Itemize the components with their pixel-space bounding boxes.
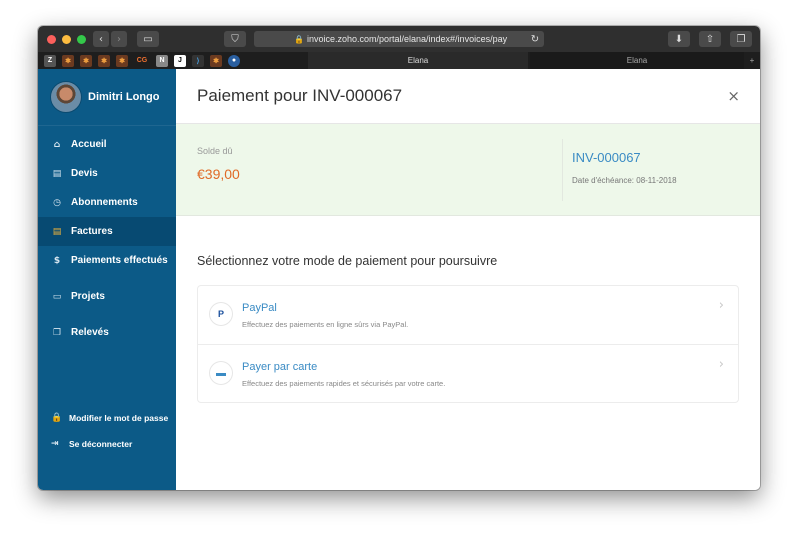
favicon-zoho[interactable]: Z xyxy=(44,54,56,67)
close-window-button[interactable] xyxy=(47,35,56,44)
chevron-right-icon: › xyxy=(718,298,724,313)
favicon-bookmark[interactable]: ⟩ xyxy=(192,54,204,67)
invoice-icon: ▤ xyxy=(52,226,62,237)
lock-icon: 🔒 xyxy=(51,413,63,423)
payment-method-description: Effectuez des paiements en ligne sûrs vi… xyxy=(242,320,409,329)
tabs-icon: ❐ xyxy=(736,33,746,45)
balance-amount: €39,00 xyxy=(197,166,240,182)
invoice-number: INV-000067 xyxy=(572,150,641,165)
chevron-right-icon: › xyxy=(117,33,121,45)
favicon-bookmark[interactable]: ✱ xyxy=(80,54,92,67)
sidebar-item-paiements[interactable]: $ Paiements effectués xyxy=(38,246,176,275)
logout-icon: ⇥ xyxy=(51,439,59,449)
forward-button[interactable]: › xyxy=(111,31,127,47)
new-tab-button[interactable]: + xyxy=(744,52,760,69)
bookmarks-and-tabs-bar: Z ✱ ✱ ✱ ✱ CG N J ⟩ ✱ ● Elana Elana + xyxy=(38,52,760,69)
briefcase-icon: ▭ xyxy=(52,291,62,302)
favicon-cg[interactable]: CG xyxy=(134,55,150,67)
sidebar-item-factures[interactable]: ▤ Factures xyxy=(38,217,176,246)
zoom-window-button[interactable] xyxy=(77,35,86,44)
lock-icon: 🔒 xyxy=(294,34,304,44)
reload-icon: ↻ xyxy=(530,33,540,45)
download-button[interactable]: ⬇ xyxy=(668,31,690,47)
window-controls xyxy=(47,35,86,44)
sidebar-item-label: Relevés xyxy=(71,327,109,338)
close-icon[interactable]: × xyxy=(727,87,740,105)
logout-link[interactable]: ⇥ Se déconnecter xyxy=(38,438,176,451)
favicon-bookmark[interactable]: ✱ xyxy=(62,54,74,67)
payment-method-name: PayPal xyxy=(242,302,277,314)
sidebar-item-label: Devis xyxy=(71,168,98,179)
sidebar-item-projets[interactable]: ▭ Projets xyxy=(38,282,176,311)
sidebar-item-label: Projets xyxy=(71,291,105,302)
tabs-overview-button[interactable]: ❐ xyxy=(730,31,752,47)
tab-elana-1[interactable]: Elana xyxy=(308,52,528,69)
logout-label: Se déconnecter xyxy=(69,439,133,449)
account-links: 🔒 Modifier le mot de passe ⇥ Se déconnec… xyxy=(38,412,176,464)
sidebar-icon: ▭ xyxy=(143,33,153,45)
sidebar-item-label: Paiements effectués xyxy=(71,255,168,266)
chevron-right-icon: › xyxy=(718,357,724,372)
sidebar-item-accueil[interactable]: ⌂ Accueil xyxy=(38,130,176,159)
home-icon: ⌂ xyxy=(53,139,61,150)
change-password-label: Modifier le mot de passe xyxy=(69,413,169,423)
sidebar-item-abonnements[interactable]: ◷ Abonnements xyxy=(38,188,176,217)
modal-header: Paiement pour INV-000067 × xyxy=(176,69,760,124)
payment-method-name: Payer par carte xyxy=(242,361,318,373)
portal-sidebar: Dimitri Longo ⌂ Accueil ▤ Devis ◷ Abonne… xyxy=(38,69,176,490)
favicon-bookmark[interactable]: ✱ xyxy=(98,54,110,67)
balance-label: Solde dû xyxy=(197,146,233,156)
modal-title: Paiement pour INV-000067 xyxy=(197,86,403,105)
credit-card-icon: ▬ xyxy=(210,362,232,384)
reload-button[interactable]: ↻ xyxy=(528,31,542,47)
favicon-bookmark[interactable]: ✱ xyxy=(116,54,128,67)
back-button[interactable]: ‹ xyxy=(93,31,109,47)
sidebar-item-label: Abonnements xyxy=(71,197,138,208)
change-password-link[interactable]: 🔒 Modifier le mot de passe xyxy=(38,412,176,425)
sidebar-item-releves[interactable]: ❐ Relevés xyxy=(38,318,176,347)
balance-summary: Solde dû €39,00 INV-000067 Date d'échéan… xyxy=(176,124,760,216)
shield-icon: ⛉ xyxy=(231,33,239,45)
download-icon: ⬇ xyxy=(674,33,684,45)
address-bar[interactable]: 🔒 invoice.zoho.com/portal/elana/index#/i… xyxy=(254,31,544,47)
paypal-icon: P xyxy=(210,303,232,325)
payment-method-paypal[interactable]: P PayPal Effectuez des paiements en lign… xyxy=(198,286,738,344)
favicon-globe[interactable]: ● xyxy=(228,54,240,67)
favicon-n[interactable]: N xyxy=(156,54,168,67)
payment-modal: Paiement pour INV-000067 × Solde dû €39,… xyxy=(176,69,760,490)
browser-window: ‹ › ▭ ⛉ 🔒 invoice.zoho.com/portal/elana/… xyxy=(38,26,760,490)
chevron-left-icon: ‹ xyxy=(99,33,103,45)
minimize-window-button[interactable] xyxy=(62,35,71,44)
user-profile[interactable]: Dimitri Longo xyxy=(38,69,176,126)
favicon-bookmark[interactable]: ✱ xyxy=(210,54,222,67)
share-icon: ⇧ xyxy=(705,33,715,45)
plus-icon: + xyxy=(749,56,755,65)
url-text: invoice.zoho.com/portal/elana/index#/inv… xyxy=(306,34,508,44)
sidebar-item-devis[interactable]: ▤ Devis xyxy=(38,159,176,188)
share-button[interactable]: ⇧ xyxy=(699,31,721,47)
sidebar-item-label: Factures xyxy=(71,226,113,237)
shield-button[interactable]: ⛉ xyxy=(224,31,246,47)
avatar xyxy=(50,81,82,113)
payment-method-card[interactable]: ▬ Payer par carte Effectuez des paiement… xyxy=(198,344,738,402)
payment-method-description: Effectuez des paiements rapides et sécur… xyxy=(242,379,446,388)
sidebar-item-label: Accueil xyxy=(71,139,107,150)
favicon-j[interactable]: J xyxy=(174,54,186,67)
divider xyxy=(562,139,563,201)
clock-icon: ◷ xyxy=(53,197,61,208)
browser-toolbar: ‹ › ▭ ⛉ 🔒 invoice.zoho.com/portal/elana/… xyxy=(38,26,760,52)
user-name: Dimitri Longo xyxy=(88,91,160,103)
tab-elana-2[interactable]: Elana xyxy=(530,52,744,69)
sidebar-toggle-button[interactable]: ▭ xyxy=(137,31,159,47)
dollar-icon: $ xyxy=(53,255,61,266)
statement-icon: ❐ xyxy=(52,327,62,338)
document-icon: ▤ xyxy=(52,168,62,179)
due-date: Date d'échéance: 08-11-2018 xyxy=(572,176,677,185)
payment-method-heading: Sélectionnez votre mode de paiement pour… xyxy=(197,254,498,268)
payment-methods-list: P PayPal Effectuez des paiements en lign… xyxy=(197,285,739,403)
